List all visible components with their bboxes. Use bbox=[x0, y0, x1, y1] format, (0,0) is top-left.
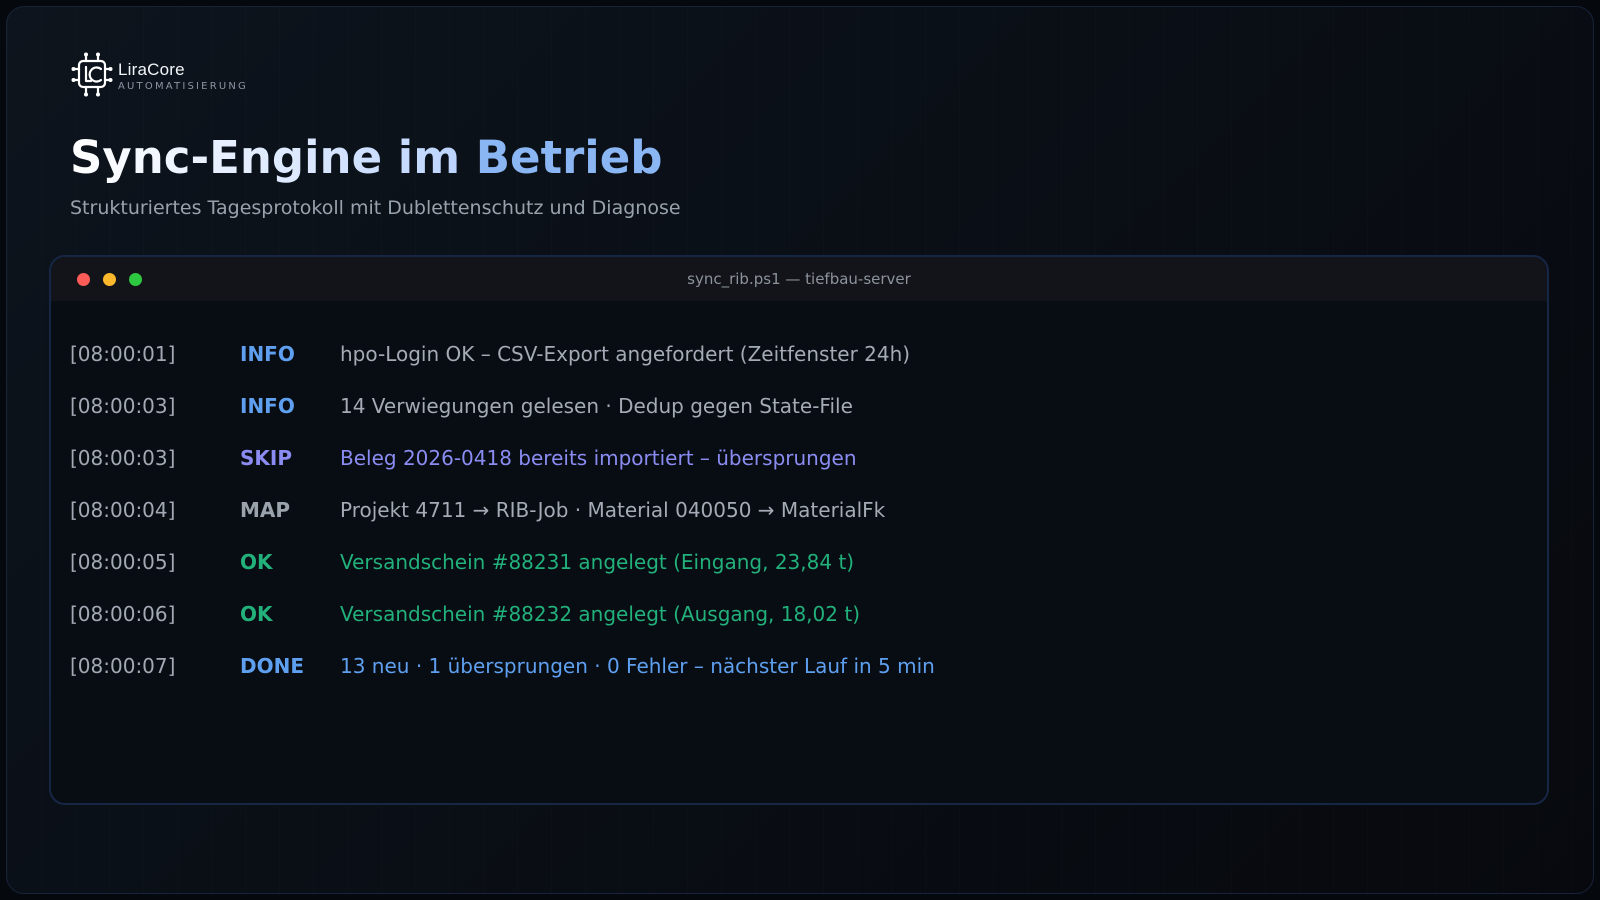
log-row: [08:00:03] SKIP Beleg 2026-0418 bereits … bbox=[70, 432, 935, 484]
log-level: OK bbox=[240, 550, 273, 574]
brand-name: LiraCore bbox=[118, 59, 185, 79]
log-timestamp: [08:00:04] bbox=[70, 498, 176, 522]
title-accent: Betrieb bbox=[475, 131, 663, 184]
page-subtitle: Strukturiertes Tagesprotokoll mit Dublet… bbox=[70, 197, 681, 219]
lc-circuit-logo-icon bbox=[71, 52, 113, 97]
log-message: Beleg 2026-0418 bereits importiert – übe… bbox=[340, 446, 857, 470]
log-timestamp: [08:00:03] bbox=[70, 446, 176, 470]
log-row: [08:00:01] INFO hpo-Login OK – CSV-Expor… bbox=[70, 328, 935, 380]
log-timestamp: [08:00:06] bbox=[70, 602, 176, 626]
title-main: Sync-Engine im bbox=[70, 131, 476, 184]
log-timestamp: [08:00:05] bbox=[70, 550, 176, 574]
log-level: DONE bbox=[240, 654, 305, 678]
log-timestamp: [08:00:07] bbox=[70, 654, 176, 678]
log-level: SKIP bbox=[240, 446, 293, 470]
log-level: OK bbox=[240, 602, 273, 626]
log-message: hpo-Login OK – CSV-Export angefordert (Z… bbox=[340, 342, 911, 366]
terminal-title-bar: sync_rib.ps1 — tiefbau-server bbox=[51, 257, 1547, 301]
brand-tagline: AUTOMATISIERUNG bbox=[118, 80, 249, 92]
terminal-title: sync_rib.ps1 — tiefbau-server bbox=[687, 270, 911, 288]
log-row: [08:00:03] INFO 14 Verwiegungen gelesen … bbox=[70, 380, 935, 432]
slide-frame: LiraCore AUTOMATISIERUNG Sync-Engine im … bbox=[6, 6, 1594, 894]
log-level: INFO bbox=[240, 394, 295, 418]
log-message: Versandschein #88231 angelegt (Eingang, … bbox=[340, 550, 855, 574]
log-row: [08:00:05] OK Versandschein #88231 angel… bbox=[70, 536, 935, 588]
terminal-window: sync_rib.ps1 — tiefbau-server [08:00:01]… bbox=[49, 255, 1549, 805]
log-timestamp: [08:00:03] bbox=[70, 394, 176, 418]
log-message: Projekt 4711 → RIB-Job · Material 040050… bbox=[340, 498, 886, 522]
log-row: [08:00:07] DONE 13 neu · 1 übersprungen … bbox=[70, 640, 935, 692]
log-level: MAP bbox=[240, 498, 291, 522]
page-title: Sync-Engine im Betrieb bbox=[70, 131, 662, 185]
log-row: [08:00:04] MAP Projekt 4711 → RIB-Job · … bbox=[70, 484, 935, 536]
brand-logo: LiraCore AUTOMATISIERUNG bbox=[71, 52, 248, 98]
log-timestamp: [08:00:01] bbox=[70, 342, 176, 366]
log-message: 13 neu · 1 übersprungen · 0 Fehler – näc… bbox=[340, 654, 935, 678]
log-row: [08:00:06] OK Versandschein #88232 angel… bbox=[70, 588, 935, 640]
log-output: [08:00:01] INFO hpo-Login OK – CSV-Expor… bbox=[70, 328, 935, 692]
log-level: INFO bbox=[240, 342, 295, 366]
log-message: Versandschein #88232 angelegt (Ausgang, … bbox=[340, 602, 860, 626]
log-message: 14 Verwiegungen gelesen · Dedup gegen St… bbox=[340, 394, 853, 418]
